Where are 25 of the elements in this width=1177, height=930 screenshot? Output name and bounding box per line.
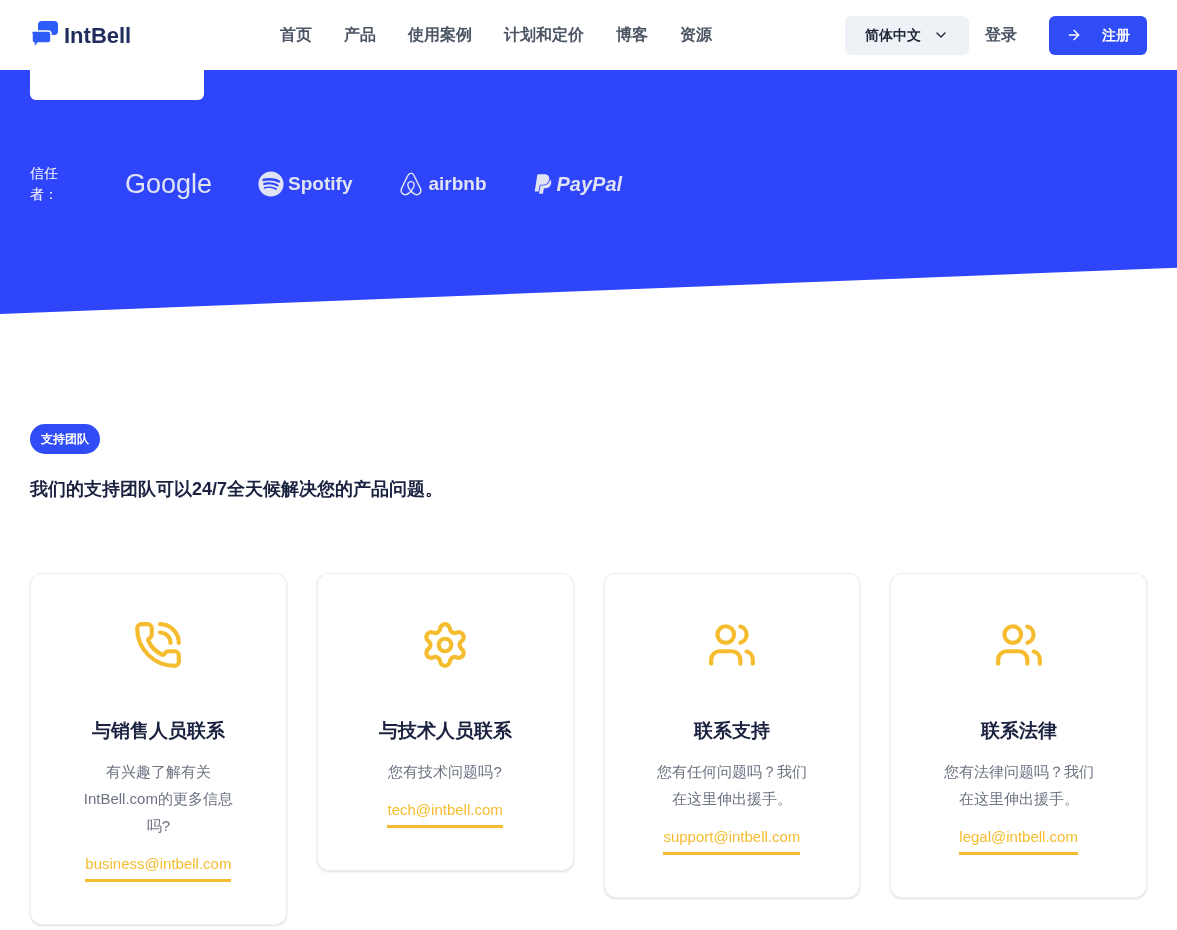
brand-logo: Spotify <box>288 171 353 196</box>
card-title: 联系支持 <box>693 719 770 743</box>
card-description: 您有任何问题吗？我们在这里伸出援手。 <box>655 761 808 809</box>
login-link[interactable]: 登录 <box>985 23 1017 47</box>
language-select[interactable]: 简体中文 <box>845 15 969 55</box>
section-heading: 我们的支持团队可以24/7全天候解决您的产品问题。 <box>30 478 445 501</box>
brand-logo: PayPal <box>556 172 623 197</box>
section-badge: 支持团队 <box>30 424 100 454</box>
nav-link[interactable]: 首页 <box>280 23 312 47</box>
card-title: 联系法律 <box>980 719 1057 743</box>
nav-link[interactable]: 资源 <box>680 23 712 47</box>
card-description: 有兴趣了解有关IntBell.com的更多信息吗? <box>82 761 234 836</box>
brand-logo: Google <box>125 167 213 201</box>
card-description: 您有法律问题吗？我们在这里伸出援手。 <box>942 761 1095 809</box>
card-title: 与技术人员联系 <box>378 719 512 743</box>
nav-link[interactable]: 计划和定价 <box>504 23 584 47</box>
card-description: 您有技术问题吗? <box>388 761 502 782</box>
card-title: 与销售人员联系 <box>91 719 225 743</box>
brand-logo: airbnb <box>428 171 487 196</box>
trusted-label: 信任者： <box>30 164 59 204</box>
signup-button[interactable]: 注册 <box>1049 15 1147 55</box>
logo-text[interactable]: IntBell <box>64 18 132 52</box>
nav-link[interactable]: 使用案例 <box>408 23 472 47</box>
nav-link[interactable]: 产品 <box>344 23 376 47</box>
nav-link[interactable]: 博客 <box>616 23 648 47</box>
